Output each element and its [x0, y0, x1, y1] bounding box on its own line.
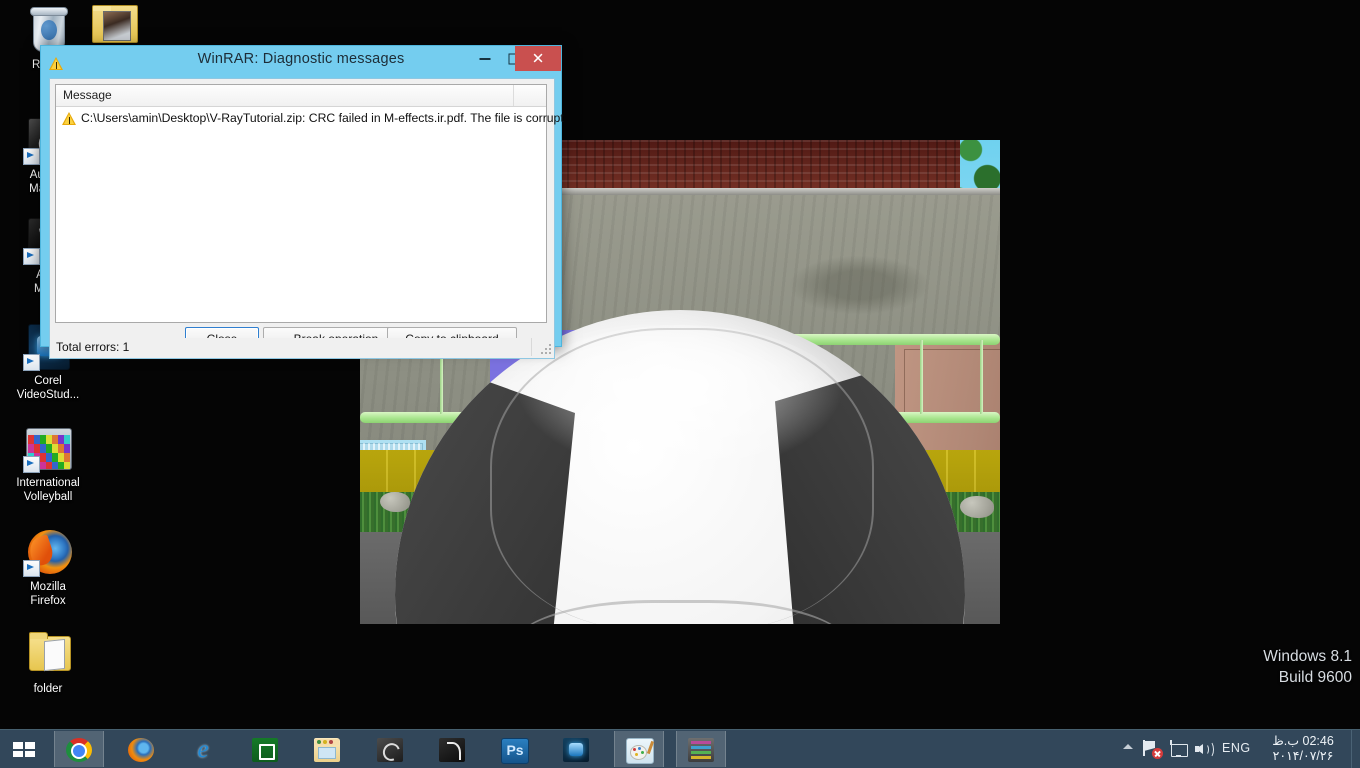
international-volleyball-icon [23, 424, 72, 473]
minimize-button[interactable] [470, 46, 500, 71]
close-icon: ✕ [531, 50, 545, 67]
system-tray[interactable]: ENG 02:46 ب.ظ ۲۰۱۴/۰۷/۲۶ [1115, 730, 1360, 768]
taskbar-internet-explorer[interactable]: e [179, 731, 227, 767]
desktop-icon-mozilla-firefox[interactable]: Mozilla Firefox [0, 528, 96, 608]
3ds-max-icon [377, 738, 403, 762]
winrar-diagnostic-messages-dialog[interactable]: WinRAR: Diagnostic messages ✕ Message C:… [40, 45, 564, 359]
desktop[interactable]: Recyc Autode Max 20 Auto Maya Corel Vide… [0, 0, 1360, 730]
status-text: Total errors: 1 [56, 340, 130, 354]
message-list[interactable]: Message C:\Users\amin\Desktop\V-RayTutor… [55, 84, 564, 323]
resize-grip[interactable] [540, 344, 551, 355]
taskbar-winrar[interactable] [676, 731, 726, 767]
desktop-icon-label: folder [33, 683, 63, 695]
column-header-message[interactable]: Message [63, 88, 112, 102]
table-row[interactable]: C:\Users\amin\Desktop\V-RayTutorial.zip:… [56, 107, 564, 129]
taskbar-firefox[interactable] [117, 731, 165, 767]
taskbar-chrome[interactable] [54, 731, 104, 767]
folder-icon [24, 630, 72, 678]
taskbar-photoshop[interactable] [490, 731, 538, 767]
network-disconnected-icon[interactable] [1143, 740, 1163, 759]
show-desktop-button[interactable] [1351, 730, 1360, 768]
close-button[interactable]: ✕ [515, 46, 561, 71]
chrome-icon [66, 738, 92, 762]
watermark-line-2: Build 9600 [1278, 669, 1352, 686]
render-rail-post [980, 340, 983, 414]
desktop-icon-label: Mozilla [30, 581, 66, 593]
windows-logo-icon [13, 742, 35, 757]
dialog-status-bar: Total errors: 1 [49, 338, 555, 359]
warning-triangle-icon [62, 111, 77, 125]
taskbar-corel[interactable] [552, 731, 600, 767]
paint-icon [626, 738, 655, 764]
volume-icon[interactable] [1195, 740, 1214, 758]
taskbar-store[interactable] [241, 731, 289, 767]
clock[interactable]: 02:46 ب.ظ ۲۰۱۴/۰۷/۲۶ [1260, 734, 1346, 764]
show-hidden-icons-button[interactable] [1123, 744, 1133, 749]
photoshop-icon [501, 738, 529, 764]
message-text: C:\Users\amin\Desktop\V-RayTutorial.zip:… [81, 111, 564, 125]
windows-watermark: Windows 8.1 Build 9600 [1263, 646, 1352, 688]
desktop-icon-international-volleyball[interactable]: International Volleyball [0, 424, 96, 504]
dialog-body: Message C:\Users\amin\Desktop\V-RayTutor… [49, 78, 564, 350]
corel-icon [563, 738, 589, 762]
internet-explorer-icon: e [197, 736, 209, 763]
dialog-titlebar[interactable]: WinRAR: Diagnostic messages ✕ [41, 46, 561, 78]
desktop-icon-folder[interactable]: folder [0, 630, 96, 696]
desktop-icon-label: International [16, 477, 80, 489]
desktop-icon-label-2: Firefox [30, 595, 66, 607]
taskbar-3ds-max[interactable] [366, 731, 414, 767]
start-button[interactable] [0, 730, 48, 768]
taskbar-file-explorer[interactable] [303, 731, 351, 767]
desktop-icon-label-2: Volleyball [23, 491, 73, 503]
firefox-icon [23, 528, 72, 577]
desktop-icon-label-2: VideoStud... [16, 389, 80, 401]
winrar-icon [688, 738, 714, 762]
render-rock [960, 496, 994, 518]
clock-time: 02:46 ب.ظ [1272, 734, 1334, 748]
taskbar-maya[interactable] [428, 731, 476, 767]
file-explorer-icon [314, 738, 340, 762]
language-indicator[interactable]: ENG [1222, 741, 1251, 755]
maya-icon [439, 738, 465, 762]
taskbar-paint[interactable] [614, 731, 664, 767]
message-list-header: Message [56, 85, 546, 107]
column-divider[interactable] [513, 85, 514, 106]
desktop-icon-label: Corel [34, 375, 62, 387]
firefox-icon [128, 738, 154, 762]
folder-icon [88, 2, 138, 50]
pc-settings-icon[interactable] [1169, 740, 1188, 758]
taskbar[interactable]: e Ps ENG 02:46 ب.ظ ۲۰۱۴/۰۷/۲۶ [0, 729, 1360, 768]
store-icon [252, 738, 278, 762]
clock-date: ۲۰۱۴/۰۷/۲۶ [1272, 749, 1334, 763]
watermark-line-1: Windows 8.1 [1263, 648, 1352, 665]
